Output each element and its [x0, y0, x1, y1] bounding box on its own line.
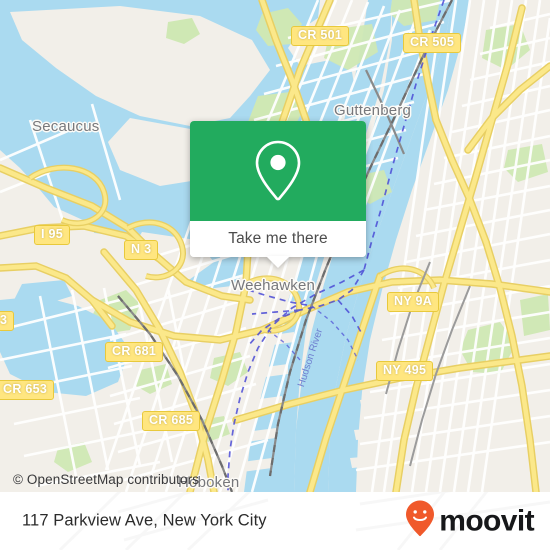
map-pin-icon	[250, 138, 306, 204]
popup-header	[190, 121, 366, 221]
take-me-there-button[interactable]: Take me there	[190, 221, 366, 257]
moovit-map-screenshot: Secaucus Guttenberg Weehawken Hoboken Hu…	[0, 0, 550, 550]
moovit-pin-icon	[405, 500, 435, 543]
take-me-there-label: Take me there	[228, 230, 328, 247]
footer-bar: 117 Parkview Ave, New York City moovit	[0, 492, 550, 550]
route-shield-cr-505: CR 505	[403, 33, 462, 53]
osm-attribution[interactable]: © OpenStreetMap contributors	[13, 472, 199, 487]
location-popup-card[interactable]: Take me there	[190, 121, 366, 268]
route-shield-n-3: N 3	[124, 240, 159, 260]
moovit-logo[interactable]: moovit	[405, 500, 535, 543]
route-shield-cr-685: CR 685	[142, 411, 201, 431]
route-shield-ny-495: NY 495	[376, 361, 434, 381]
route-shield-i-95: I 95	[34, 225, 71, 245]
route-shield-3: 3	[0, 311, 15, 331]
map-canvas[interactable]: Secaucus Guttenberg Weehawken Hoboken Hu…	[0, 0, 550, 492]
popup-pointer	[266, 256, 290, 268]
moovit-wordmark: moovit	[439, 504, 534, 537]
route-shield-cr-653: CR 653	[0, 380, 55, 400]
route-shield-ny-9a: NY 9A	[387, 292, 440, 312]
route-shield-cr-501: CR 501	[291, 26, 350, 46]
address-title: 117 Parkview Ave, New York City	[22, 511, 267, 530]
route-shield-cr-681: CR 681	[105, 342, 164, 362]
